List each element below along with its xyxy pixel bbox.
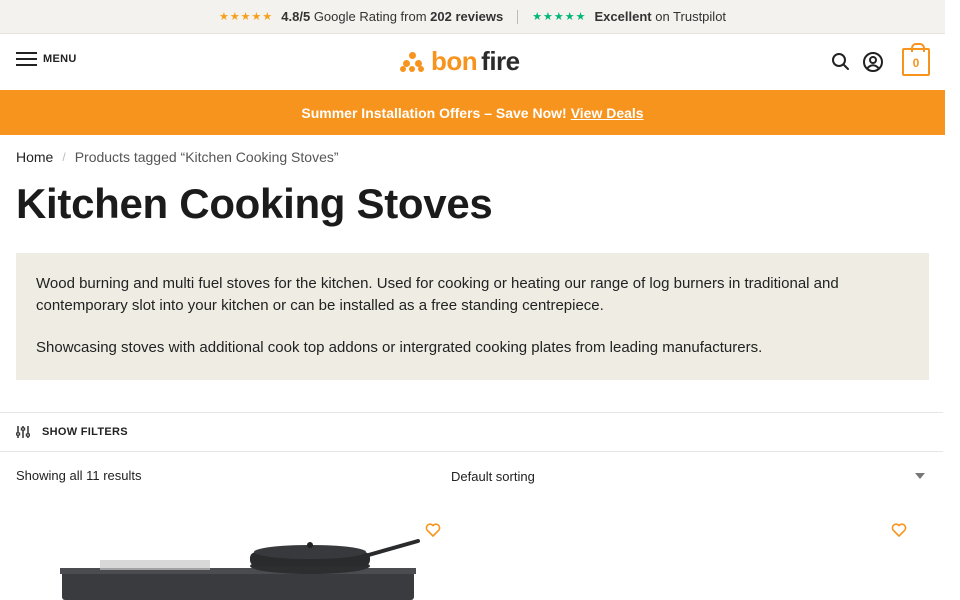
cart-count: 0	[912, 56, 920, 70]
sorting-selected-value: Default sorting	[451, 468, 535, 484]
show-filters-button[interactable]: SHOW FILTERS	[16, 425, 128, 439]
show-filters-label: SHOW FILTERS	[42, 426, 128, 438]
menu-button[interactable]: MENU	[16, 52, 77, 66]
rating-bar: ★★★★★ 4.8/5 Google Rating from 202 revie…	[0, 0, 945, 34]
google-score: 4.8/5	[281, 9, 311, 24]
category-description: Wood burning and multi fuel stoves for t…	[16, 253, 929, 380]
trustpilot-text: on Trustpilot	[655, 9, 727, 24]
product-image-stove[interactable]	[60, 538, 420, 600]
hamburger-icon	[16, 52, 37, 66]
trustpilot-stars-icon: ★★★★★	[532, 11, 587, 23]
promo-banner: Summer Installation Offers – Save Now! V…	[0, 90, 945, 135]
chevron-down-icon	[915, 473, 925, 479]
bonfire-logo[interactable]: bon fire	[400, 48, 520, 74]
sorting-select[interactable]: Default sorting	[451, 463, 929, 489]
wishlist-heart-icon[interactable]	[891, 522, 907, 538]
google-rating-text: Google Rating from	[313, 9, 427, 24]
search-icon[interactable]	[830, 51, 852, 73]
logo-word-fire: fire	[481, 46, 520, 76]
breadcrumb-separator: /	[62, 150, 66, 164]
site-header: MENU bon fire 0	[0, 34, 945, 90]
flame-dots-icon	[400, 50, 426, 72]
google-stars-icon: ★★★★★	[218, 11, 274, 23]
breadcrumb-current: Products tagged “Kitchen Cooking Stoves”	[74, 149, 339, 165]
description-paragraph-1: Wood burning and multi fuel stoves for t…	[36, 275, 839, 314]
breadcrumb-home-link[interactable]: Home	[16, 149, 53, 165]
promo-text: Summer Installation Offers – Save Now!	[301, 104, 567, 121]
breadcrumb: Home / Products tagged “Kitchen Cooking …	[16, 149, 339, 165]
google-review-count: 202 reviews	[430, 9, 504, 24]
cart-button[interactable]: 0	[902, 43, 930, 76]
page-title: Kitchen Cooking Stoves	[16, 180, 493, 227]
logo-word-bon: bon	[431, 46, 478, 76]
account-icon[interactable]	[862, 51, 884, 73]
filter-bar: SHOW FILTERS	[0, 412, 943, 452]
menu-label: MENU	[43, 53, 77, 65]
trustpilot-excellent: Excellent	[594, 9, 652, 24]
wishlist-heart-icon[interactable]	[425, 522, 441, 538]
filter-sliders-icon	[16, 426, 30, 438]
divider	[517, 9, 519, 24]
view-deals-link[interactable]: View Deals	[571, 105, 644, 121]
result-count: Showing all 11 results	[16, 468, 142, 483]
description-paragraph-2: Showcasing stoves with additional cook t…	[36, 339, 763, 356]
